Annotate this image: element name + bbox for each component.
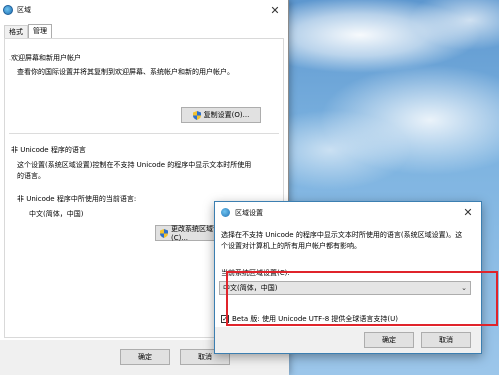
welcome-group-title: 欢迎屏幕和新用户帐户	[11, 54, 81, 62]
ok-button[interactable]: 确定	[120, 349, 170, 365]
system-locale-selected-value: 中文(简体，中国)	[223, 284, 278, 292]
dialog-description-line1: 选择在不支持 Unicode 的程序中显示文本时所使用的语言(系统区域设置)。这	[221, 231, 463, 239]
system-locale-label: 当前系统区域设置(C):	[221, 269, 290, 277]
close-icon[interactable]: ✕	[268, 3, 282, 17]
tab-bar: 格式 管理	[4, 24, 52, 39]
beta-utf8-checkbox[interactable]: ✓	[221, 315, 229, 323]
group-divider	[9, 133, 279, 134]
dialog-titlebar: 区域设置 ✕	[215, 202, 481, 222]
region-window-titlebar: 区域 ✕	[0, 0, 288, 20]
beta-utf8-label[interactable]: Beta 版: 使用 Unicode UTF-8 提供全球语言支持(U)	[232, 314, 398, 324]
dialog-ok-button[interactable]: 确定	[364, 332, 414, 348]
uac-shield-icon	[192, 110, 201, 120]
system-locale-dropdown[interactable]: 中文(简体，中国) ⌄	[219, 281, 471, 295]
group-divider	[9, 59, 13, 60]
dialog-cancel-button[interactable]: 取消	[421, 332, 471, 348]
uac-shield-icon	[160, 228, 168, 238]
globe-icon	[3, 5, 13, 15]
copy-settings-button[interactable]: 复制设置(O)...	[181, 107, 261, 123]
window-title: 区域	[17, 6, 31, 14]
globe-icon	[221, 208, 230, 217]
dialog-footer: 确定 取消	[215, 327, 481, 353]
tab-formats[interactable]: 格式	[4, 25, 28, 39]
chevron-down-icon: ⌄	[461, 284, 467, 292]
current-language-label: 非 Unicode 程序中所使用的当前语言:	[17, 195, 137, 203]
non-unicode-group-title: 非 Unicode 程序的语言	[11, 146, 86, 154]
dialog-description-line2: 个设置对计算机上的所有用户帐户都有影响。	[221, 242, 361, 250]
close-icon[interactable]: ✕	[461, 205, 475, 219]
copy-settings-label: 复制设置(O)...	[203, 111, 250, 119]
dialog-title: 区域设置	[235, 209, 263, 217]
tab-administrative[interactable]: 管理	[28, 24, 52, 39]
non-unicode-description-line1: 这个设置(系统区域设置)控制在不支持 Unicode 的程序中显示文本时所使用	[17, 161, 252, 169]
non-unicode-description-line2: 的语言。	[17, 172, 45, 180]
welcome-description: 查看你的国际设置并将其复制到欢迎屏幕、系统帐户和新的用户帐户。	[17, 68, 234, 76]
current-language-value: 中文(简体，中国)	[29, 210, 84, 218]
